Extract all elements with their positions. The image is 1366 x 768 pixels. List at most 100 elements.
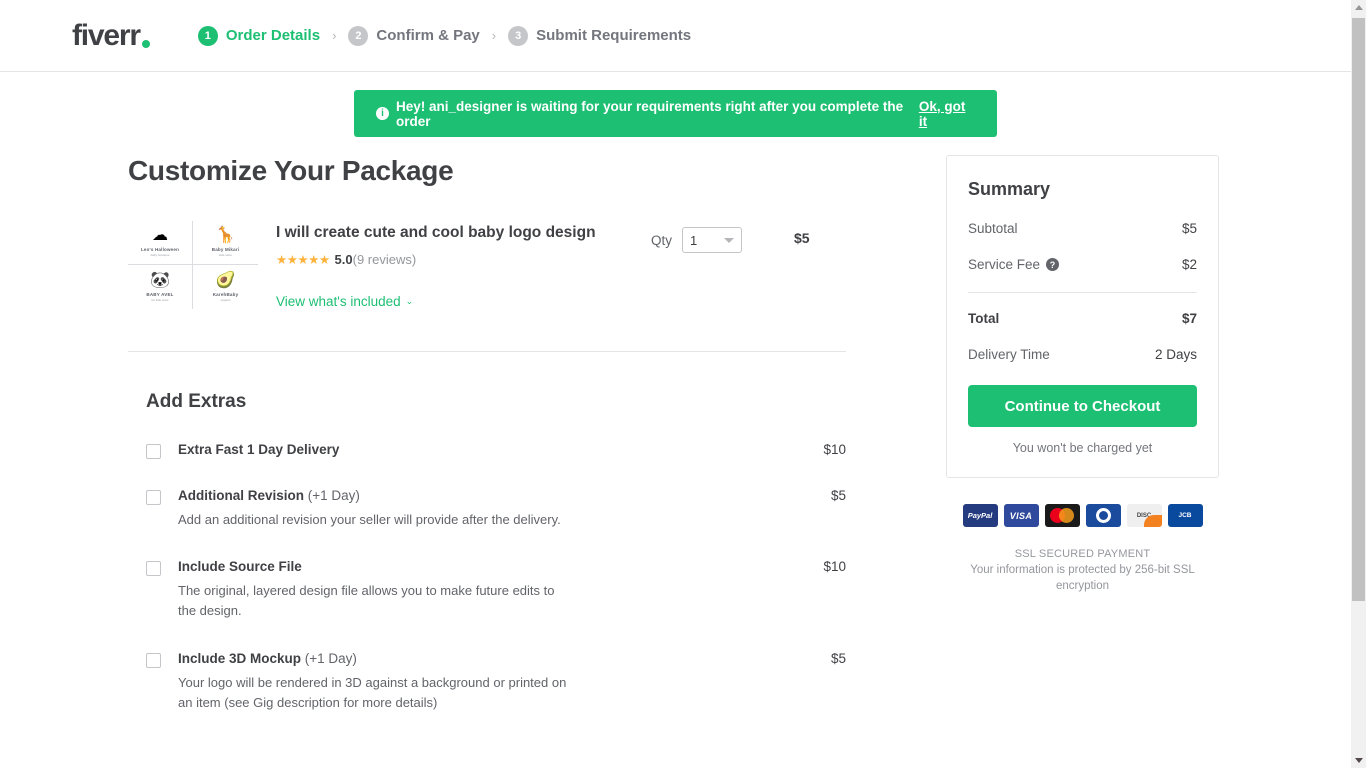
thumb-3-sub: for little ones (151, 297, 169, 302)
arrow-up-icon (1354, 5, 1363, 10)
step-submit-requirements[interactable]: 3 Submit Requirements (508, 25, 692, 46)
chevron-down-icon (724, 237, 735, 243)
extra-body-1: Extra Fast 1 Day Delivery (178, 442, 790, 459)
extra-head-4: Include 3D Mockup (+1 Day) (178, 651, 790, 666)
gig-price: $5 (794, 230, 810, 246)
thumb-logo-1: ☁ Leo's Halloween baby boutique (128, 221, 193, 265)
extra-description-4: Your logo will be rendered in 3D against… (178, 674, 567, 710)
visa-icon: VISA (1003, 504, 1039, 527)
logo-dot-icon (141, 39, 150, 48)
extra-name-2: Additional Revision (178, 488, 305, 504)
summary-row-delivery: Delivery Time 2 Days (968, 347, 1197, 362)
gig-thumbnail[interactable]: ☁ Leo's Halloween baby boutique 🦒 Baby M… (128, 221, 258, 309)
mastercard-icon (1044, 504, 1080, 527)
extra-body-3: Include Source File The original, layere… (178, 559, 790, 621)
summary-card: Summary Subtotal $5 Service Fee ? $2 Tot… (946, 155, 1219, 478)
info-icon: i (376, 107, 389, 120)
extra-body-4: Include 3D Mockup (+1 Day) Your logo wil… (178, 651, 790, 713)
discover-swoosh-shape (1143, 515, 1162, 527)
extra-price-2: $5 (830, 488, 846, 504)
browser-viewport: fiverr 1 Order Details › 2 Confirm & Pay… (0, 0, 1366, 768)
extra-note-4: (+1 Day) (301, 650, 357, 666)
fiverr-logo[interactable]: fiverr (72, 20, 150, 51)
extra-description-3: The original, layered design file allows… (178, 583, 555, 619)
total-label: Total (968, 311, 1000, 326)
service-fee-value: $2 (1181, 257, 1197, 272)
review-count: (9 reviews) (352, 252, 417, 268)
diners-ring-shape (1095, 508, 1111, 523)
thumb-4-name: KarehBaby (212, 291, 239, 297)
quantity-label: Qty (651, 232, 673, 248)
banner-message: Hey! ani_designer is waiting for your re… (396, 98, 904, 129)
diners-club-icon (1085, 504, 1121, 527)
extra-name-3: Include Source File (178, 559, 302, 575)
help-icon[interactable]: ? (1046, 258, 1060, 271)
view-whats-included-label: View what's included (276, 294, 401, 310)
extra-checkbox-2[interactable] (146, 490, 161, 506)
ssl-note: Your information is protected by 256-bit… (970, 564, 1195, 592)
extra-name-1: Extra Fast 1 Day Delivery (178, 442, 340, 458)
discover-icon: DISC (1126, 504, 1162, 527)
step-order-details[interactable]: 1 Order Details (197, 25, 321, 46)
arrow-down-icon (1354, 758, 1363, 763)
extra-body-2: Additional Revision (+1 Day) Add an addi… (178, 488, 790, 530)
chevron-down-icon: ⌄ (405, 296, 414, 307)
quantity-value: 1 (690, 232, 698, 248)
mastercard-circle-right (1058, 508, 1074, 523)
extra-checkbox-1[interactable] (146, 444, 161, 460)
continue-to-checkout-button[interactable]: Continue to Checkout (968, 385, 1197, 427)
site-header: fiverr 1 Order Details › 2 Confirm & Pay… (0, 0, 1351, 72)
thumb-4-sub: organic (220, 297, 231, 302)
extra-head-1: Extra Fast 1 Day Delivery (178, 442, 790, 457)
quantity-block: Qty 1 (651, 221, 743, 253)
step-3-label: Submit Requirements (536, 27, 692, 44)
step-1-number: 1 (197, 25, 218, 46)
thumb-1-sub: baby boutique (150, 253, 170, 257)
extra-description-2: Add an additional revision your seller w… (178, 512, 561, 528)
payment-methods: PayPal VISA DISC JCB (946, 504, 1219, 527)
extra-checkbox-3[interactable] (146, 561, 161, 577)
quantity-select[interactable]: 1 (682, 227, 743, 253)
banner-dismiss-link[interactable]: Ok, got it (919, 99, 975, 129)
ssl-title: SSL SECURED PAYMENT (1014, 548, 1151, 560)
banner-message-group: i Hey! ani_designer is waiting for your … (376, 99, 919, 129)
step-2-label: Confirm & Pay (376, 27, 480, 44)
main-content: Customize Your Package ☁ Leo's Halloween… (0, 137, 1351, 713)
thumb-2-mark: 🦒 (215, 227, 236, 244)
page-title: Customize Your Package (128, 155, 454, 186)
step-separator-2: › (491, 28, 497, 43)
scrollbar-thumb[interactable] (1352, 18, 1365, 601)
notification-banner: i Hey! ani_designer is waiting for your … (354, 90, 997, 137)
scroll-up-button[interactable] (1351, 0, 1366, 15)
subtotal-label: Subtotal (968, 221, 1018, 236)
step-confirm-pay[interactable]: 2 Confirm & Pay (348, 25, 480, 46)
notification-banner-wrap: i Hey! ani_designer is waiting for your … (0, 72, 1351, 137)
view-whats-included-link[interactable]: View what's included ⌄ (276, 294, 413, 309)
delivery-time-value: 2 Days (1154, 347, 1197, 362)
thumb-2-name: Baby Mikari (211, 247, 240, 252)
extra-checkbox-4[interactable] (146, 652, 161, 668)
extra-item-2: Additional Revision (+1 Day) Add an addi… (128, 488, 846, 530)
right-column: Summary Subtotal $5 Service Fee ? $2 Tot… (946, 155, 1219, 713)
step-separator-1: › (332, 28, 337, 43)
summary-row-service-fee: Service Fee ? $2 (968, 257, 1197, 272)
left-column: Customize Your Package ☁ Leo's Halloween… (128, 155, 846, 713)
extra-price-3: $10 (823, 559, 846, 575)
extra-name-4: Include 3D Mockup (178, 650, 302, 666)
rating-value: 5.0 (334, 252, 353, 268)
step-1-label: Order Details (225, 27, 321, 44)
gig-rating: ★★★★★ 5.0 (9 reviews) (276, 252, 631, 267)
thumb-1-mark: ☁ (152, 227, 168, 244)
summary-row-subtotal: Subtotal $5 (968, 221, 1197, 236)
page-content: fiverr 1 Order Details › 2 Confirm & Pay… (0, 0, 1351, 768)
extra-head-3: Include Source File (178, 559, 790, 574)
thumb-logo-3: 🐼 BABY AVEL for little ones (128, 265, 193, 309)
thumb-4-mark: 🥑 (215, 271, 236, 289)
scroll-down-button[interactable] (1351, 753, 1366, 768)
total-value: $7 (1181, 311, 1197, 326)
gig-info: I will create cute and cool baby logo de… (276, 221, 631, 311)
service-fee-label-group: Service Fee ? (968, 257, 1060, 272)
vertical-scrollbar[interactable] (1351, 0, 1366, 768)
gig-title[interactable]: I will create cute and cool baby logo de… (276, 223, 631, 243)
step-2-number: 2 (348, 25, 369, 46)
